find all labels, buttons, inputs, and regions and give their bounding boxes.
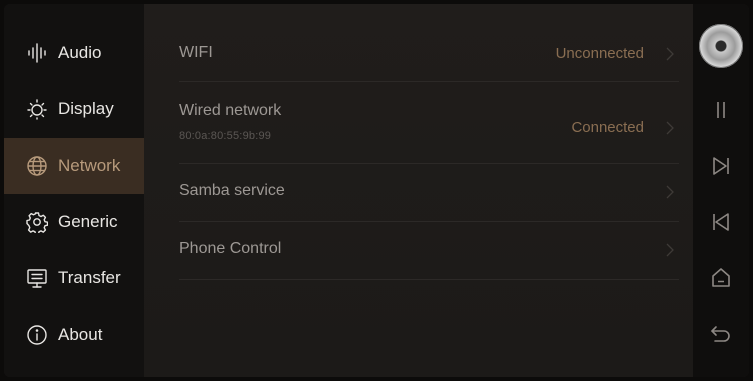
divider — [179, 279, 679, 280]
settings-sidebar: Audio Display Network Generic Transfer A… — [4, 4, 144, 377]
album-disc[interactable] — [699, 24, 743, 68]
sidebar-item-display[interactable]: Display — [4, 81, 144, 137]
previous-track-icon — [713, 213, 729, 231]
row-title: WIFI — [179, 44, 213, 61]
chevron-right-icon — [666, 47, 674, 61]
row-title: Wired network — [179, 102, 282, 119]
wired-status: Connected — [571, 119, 644, 136]
sidebar-item-network[interactable]: Network — [4, 138, 144, 194]
home-icon — [712, 268, 730, 287]
device-screen: Audio Display Network Generic Transfer A… — [4, 4, 749, 377]
chevron-right-icon — [666, 185, 674, 199]
audio-wave-icon — [26, 42, 48, 64]
previous-track-button[interactable] — [707, 208, 735, 236]
sidebar-item-label: About — [58, 325, 103, 344]
sidebar-item-generic[interactable]: Generic — [4, 194, 144, 250]
sidebar-item-label: Generic — [58, 212, 118, 231]
home-button[interactable] — [707, 264, 735, 292]
sidebar-item-label: Display — [58, 99, 114, 118]
next-track-icon — [713, 157, 729, 175]
sidebar-item-label: Network — [58, 156, 121, 175]
pause-icon — [717, 102, 725, 118]
sidebar-item-transfer[interactable]: Transfer — [4, 250, 144, 306]
pause-button[interactable] — [707, 96, 735, 124]
next-track-button[interactable] — [707, 152, 735, 180]
wifi-row[interactable]: WIFI Unconnected — [179, 24, 679, 82]
brightness-icon — [26, 98, 48, 120]
sidebar-item-label: Transfer — [58, 268, 121, 287]
gear-icon — [26, 211, 48, 233]
wifi-status: Unconnected — [555, 45, 644, 62]
playback-control-rail — [693, 4, 749, 377]
info-icon — [26, 324, 48, 346]
globe-icon — [26, 155, 48, 177]
chevron-right-icon — [666, 243, 674, 257]
samba-service-row[interactable]: Samba service — [179, 164, 679, 222]
back-icon — [711, 326, 730, 342]
network-settings-panel: WIFI Unconnected Wired network 80:0a:80:… — [144, 4, 693, 377]
sidebar-item-about[interactable]: About — [4, 307, 144, 363]
back-button[interactable] — [707, 320, 735, 348]
phone-control-row[interactable]: Phone Control — [179, 222, 679, 280]
sidebar-item-label: Audio — [58, 43, 102, 62]
monitor-transfer-icon — [26, 267, 48, 289]
chevron-right-icon — [666, 121, 674, 135]
sidebar-item-audio[interactable]: Audio — [4, 25, 144, 81]
mac-address: 80:0a:80:55:9b:99 — [179, 130, 272, 142]
row-title: Phone Control — [179, 240, 282, 257]
row-title: Samba service — [179, 182, 285, 199]
wired-network-row[interactable]: Wired network 80:0a:80:55:9b:99 Connecte… — [179, 82, 679, 164]
